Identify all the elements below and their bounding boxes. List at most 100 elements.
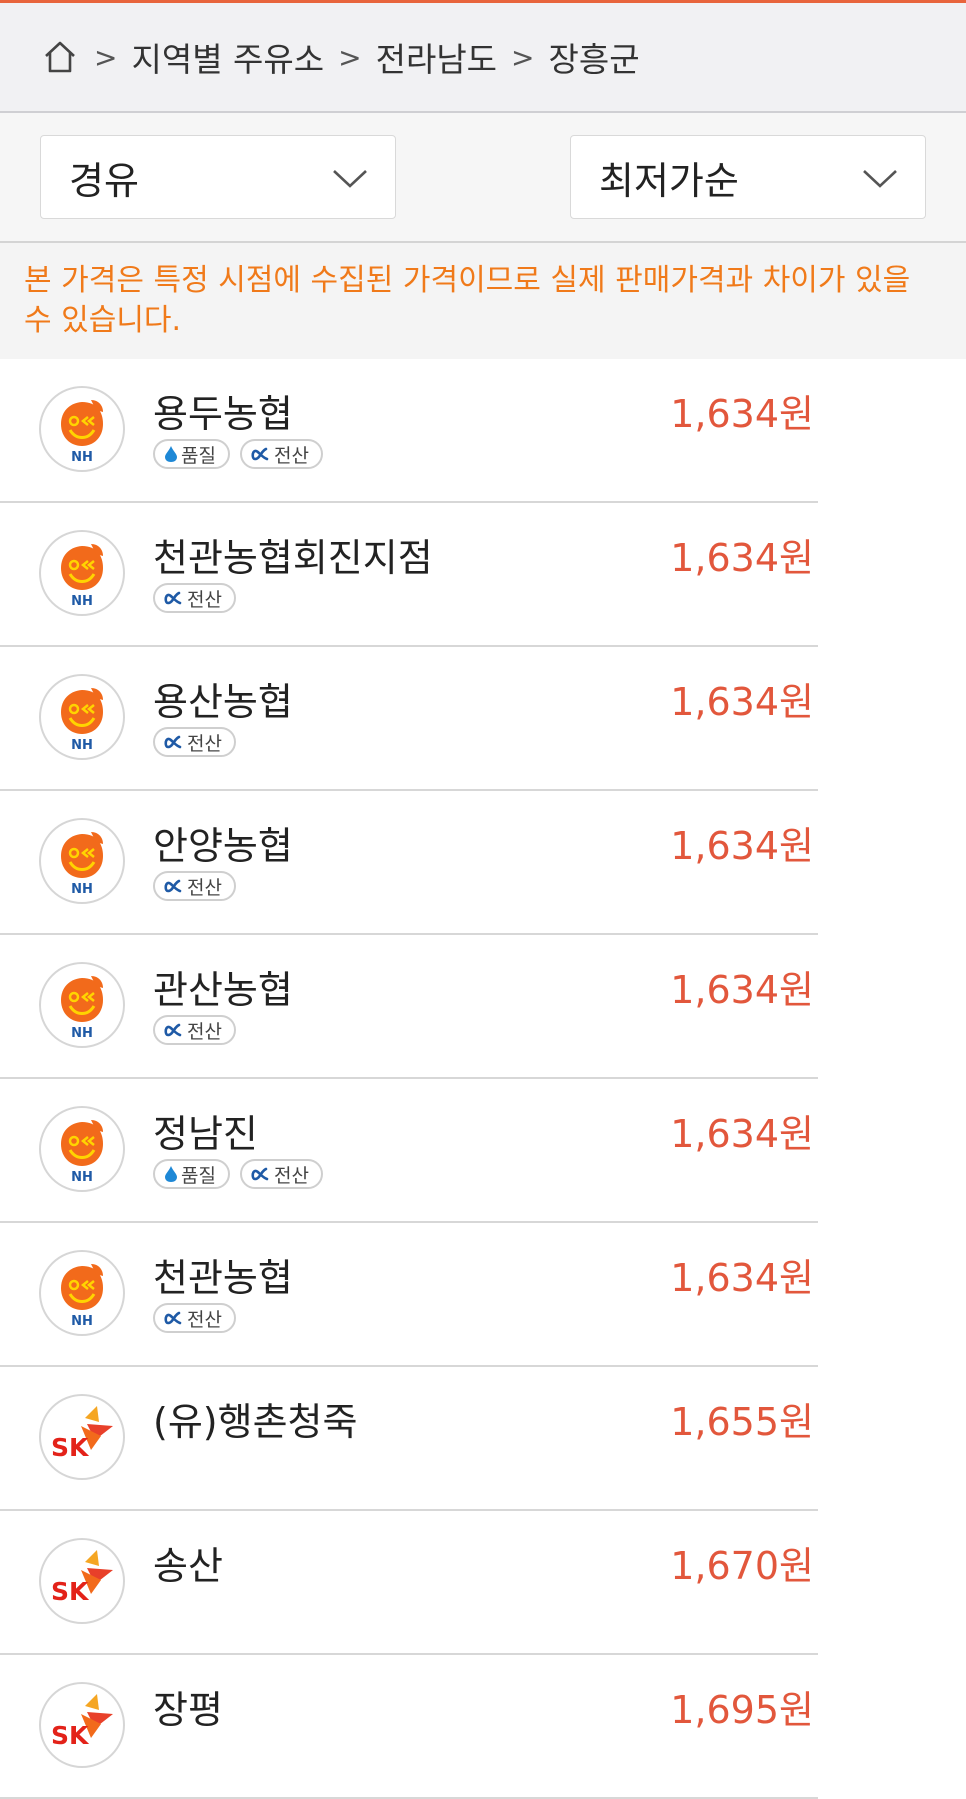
station-name: 용산농협 xyxy=(153,680,293,724)
chevron-right-icon: > xyxy=(338,40,362,74)
station-row[interactable]: NH 정남진 1,634원품질 전산 xyxy=(0,1079,818,1223)
badge-label: 전산 xyxy=(273,444,309,467)
chevron-right-icon: > xyxy=(94,40,118,74)
station-row[interactable]: NH 천관농협회진지점 1,634원전산 xyxy=(0,503,818,647)
badge-label: 전산 xyxy=(187,876,222,899)
station-price: 1,634원 xyxy=(670,680,814,724)
station-price: 1,634원 xyxy=(670,824,814,868)
alpha-icon xyxy=(164,1023,187,1037)
station-name: 송산 xyxy=(153,1544,223,1588)
station-price: 1,655원 xyxy=(670,1400,814,1444)
breadcrumb: > 지역별 주유소 > 전라남도 > 장흥군 xyxy=(0,3,966,113)
nh-brand-logo: NH xyxy=(39,1250,125,1336)
home-icon[interactable] xyxy=(40,37,80,77)
station-name: 관산농협 xyxy=(153,968,293,1012)
fuel-type-value: 경유 xyxy=(69,158,139,203)
nh-brand-logo: NH xyxy=(39,818,125,904)
chevron-down-icon xyxy=(861,155,899,199)
station-tags: 전산 xyxy=(153,1303,236,1333)
alpha-icon xyxy=(164,1311,187,1325)
chevron-down-icon xyxy=(331,155,369,199)
svg-text:SK: SK xyxy=(51,1721,90,1750)
station-price: 1,670원 xyxy=(670,1544,814,1588)
svg-text:SK: SK xyxy=(51,1433,90,1462)
alpha-icon xyxy=(164,591,187,605)
svg-text:NH: NH xyxy=(71,450,93,465)
computerized-badge: 전산 xyxy=(153,583,236,613)
nh-brand-logo: NH xyxy=(39,674,125,760)
svg-text:NH: NH xyxy=(71,594,93,609)
badge-label: 전산 xyxy=(187,1020,222,1043)
badge-label: 전산 xyxy=(187,588,222,611)
computerized-badge: 전산 xyxy=(153,727,236,757)
station-row[interactable]: NH 용산농협 1,634원전산 xyxy=(0,647,818,791)
computerized-badge: 전산 xyxy=(153,1303,236,1333)
water-drop-icon xyxy=(164,1165,181,1183)
station-tags: 전산 xyxy=(153,583,236,613)
sk-brand-logo: SK xyxy=(39,1538,125,1624)
quality-badge: 품질 xyxy=(153,1159,230,1189)
station-name: 장평 xyxy=(153,1688,223,1732)
station-price: 1,634원 xyxy=(670,392,814,436)
computerized-badge: 전산 xyxy=(239,1159,323,1189)
badge-label: 품질 xyxy=(181,1164,216,1187)
station-name: 천관농협회진지점 xyxy=(153,536,433,580)
station-name: 용두농협 xyxy=(153,392,293,436)
station-list: NH 용두농협 1,634원 품질 전산 NH 천관농협회진지점 1,634원 전산 NH… xyxy=(0,359,966,1799)
station-price: 1,634원 xyxy=(670,536,814,580)
svg-text:NH: NH xyxy=(71,1170,93,1185)
station-tags: 전산 xyxy=(153,727,236,757)
quality-badge: 품질 xyxy=(153,439,230,469)
station-name: 천관농협 xyxy=(153,1256,293,1300)
station-row[interactable]: NH 안양농협 1,634원전산 xyxy=(0,791,818,935)
computerized-badge: 전산 xyxy=(153,1015,236,1045)
badge-label: 전산 xyxy=(273,1164,309,1187)
svg-text:SK: SK xyxy=(51,1577,90,1606)
computerized-badge: 전산 xyxy=(153,871,236,901)
svg-text:NH: NH xyxy=(71,1026,93,1041)
station-name: 정남진 xyxy=(153,1112,258,1156)
station-tags: 품질 전산 xyxy=(153,439,323,469)
nh-brand-logo: NH xyxy=(39,1106,125,1192)
station-tags: 품질 전산 xyxy=(153,1159,323,1189)
nh-brand-logo: NH xyxy=(39,962,125,1048)
station-row[interactable]: SK 송산 1,670원 xyxy=(0,1511,818,1655)
sort-order-value: 최저가순 xyxy=(599,158,739,203)
station-price: 1,634원 xyxy=(670,1256,814,1300)
breadcrumb-item-county[interactable]: 장흥군 xyxy=(549,33,640,81)
sk-brand-logo: SK xyxy=(39,1394,125,1480)
svg-text:NH: NH xyxy=(71,882,93,897)
svg-text:NH: NH xyxy=(71,738,93,753)
station-row[interactable]: NH 관산농협 1,634원전산 xyxy=(0,935,818,1079)
water-drop-icon xyxy=(164,445,181,463)
badge-label: 품질 xyxy=(181,444,216,467)
alpha-icon xyxy=(164,735,187,749)
station-tags: 전산 xyxy=(153,871,236,901)
breadcrumb-item-region[interactable]: 지역별 주유소 xyxy=(131,33,324,81)
station-row[interactable]: SK (유)행촌청죽 1,655원 xyxy=(0,1367,818,1511)
station-price: 1,634원 xyxy=(670,968,814,1012)
station-row[interactable]: SK 장평 1,695원 xyxy=(0,1655,818,1799)
chevron-right-icon: > xyxy=(511,40,535,74)
sk-brand-logo: SK xyxy=(39,1682,125,1768)
station-row[interactable]: NH 천관농협 1,634원전산 xyxy=(0,1223,818,1367)
alpha-icon xyxy=(164,879,187,893)
svg-text:NH: NH xyxy=(71,1314,93,1329)
station-tags: 전산 xyxy=(153,1015,236,1045)
station-price: 1,695원 xyxy=(670,1688,814,1732)
sort-order-select[interactable]: 최저가순 xyxy=(570,135,926,219)
computerized-badge: 전산 xyxy=(239,439,323,469)
alpha-icon xyxy=(251,447,274,461)
station-row[interactable]: NH 용두농협 1,634원품질 전산 xyxy=(0,359,818,503)
alpha-icon xyxy=(251,1167,274,1181)
fuel-type-select[interactable]: 경유 xyxy=(40,135,396,219)
filter-bar: 경유 최저가순 xyxy=(0,113,966,243)
nh-brand-logo: NH xyxy=(39,530,125,616)
price-notice: 본 가격은 특정 시점에 수집된 가격이므로 실제 판매가격과 차이가 있을 수… xyxy=(0,243,966,359)
station-name: 안양농협 xyxy=(153,824,293,868)
badge-label: 전산 xyxy=(187,732,222,755)
station-name: (유)행촌청죽 xyxy=(153,1400,358,1444)
breadcrumb-item-province[interactable]: 전라남도 xyxy=(376,33,497,81)
badge-label: 전산 xyxy=(187,1308,222,1331)
station-price: 1,634원 xyxy=(670,1112,814,1156)
